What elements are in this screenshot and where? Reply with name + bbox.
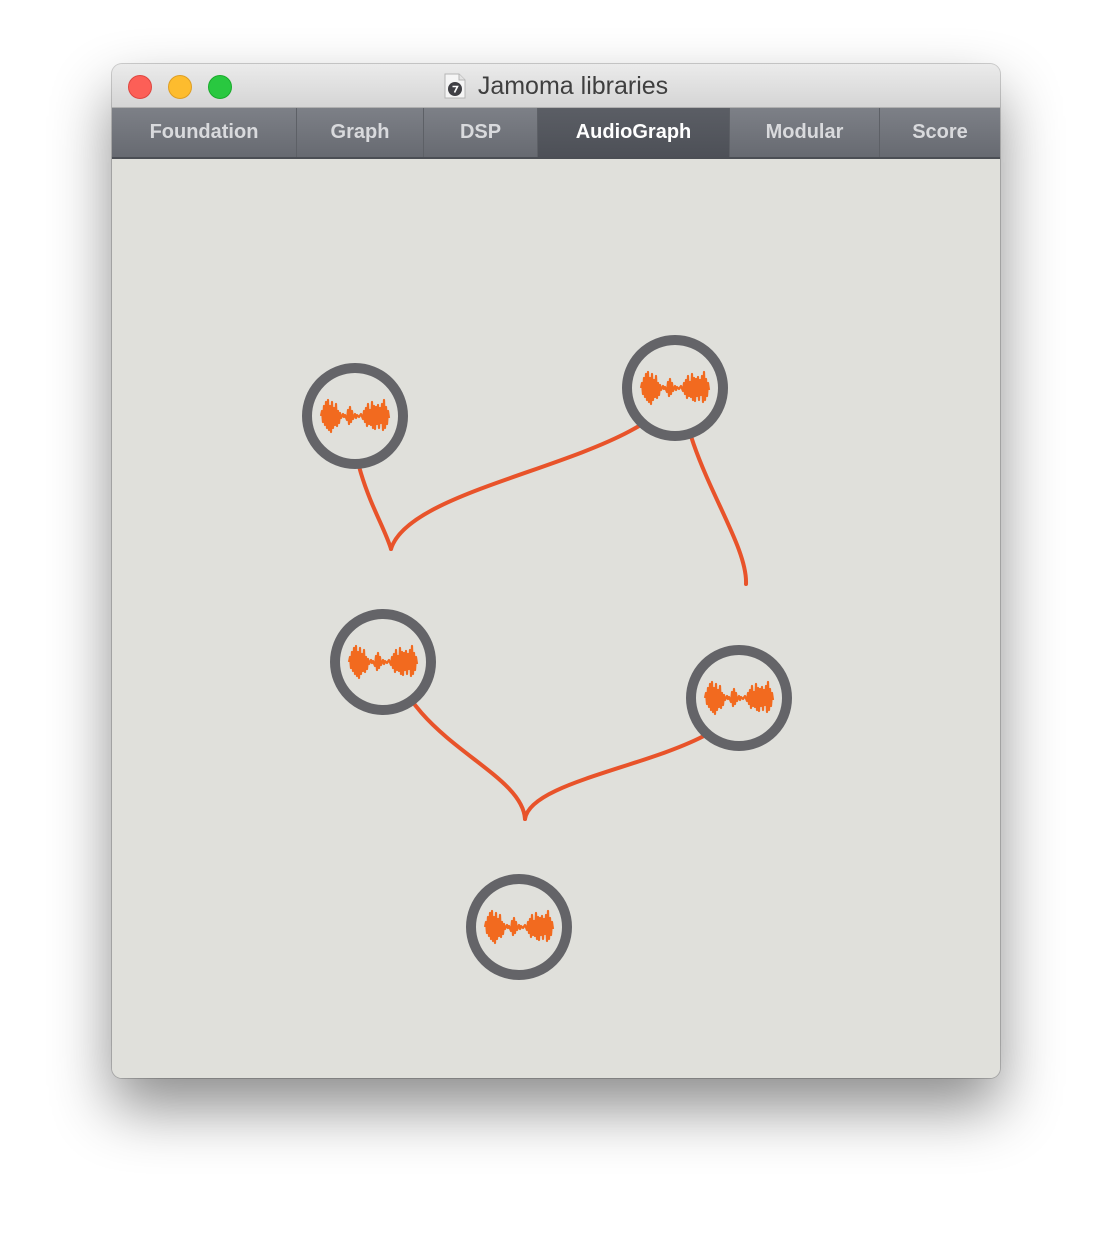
audio-node <box>330 609 436 715</box>
library-tab-bar: Foundation Graph DSP AudioGraph Modular … <box>112 108 1000 159</box>
document-icon <box>444 73 466 99</box>
tab-score[interactable]: Score <box>880 108 1000 157</box>
audio-node <box>302 363 408 469</box>
audio-graph-canvas[interactable] <box>112 159 1000 1078</box>
tab-audiograph[interactable]: AudioGraph <box>538 108 730 157</box>
tab-foundation[interactable]: Foundation <box>112 108 297 157</box>
title-area: Jamoma libraries <box>112 64 1000 108</box>
tab-modular[interactable]: Modular <box>730 108 880 157</box>
title-bar[interactable]: Jamoma libraries <box>112 64 1000 108</box>
audio-node <box>622 335 728 441</box>
audio-node <box>686 645 792 751</box>
window-title: Jamoma libraries <box>477 71 669 100</box>
audio-node <box>466 874 572 980</box>
tab-graph[interactable]: Graph <box>297 108 424 157</box>
app-window: Jamoma libraries Foundation Graph DSP Au… <box>112 64 1000 1078</box>
audio-graph-diagram <box>302 335 792 980</box>
tab-dsp[interactable]: DSP <box>424 108 538 157</box>
